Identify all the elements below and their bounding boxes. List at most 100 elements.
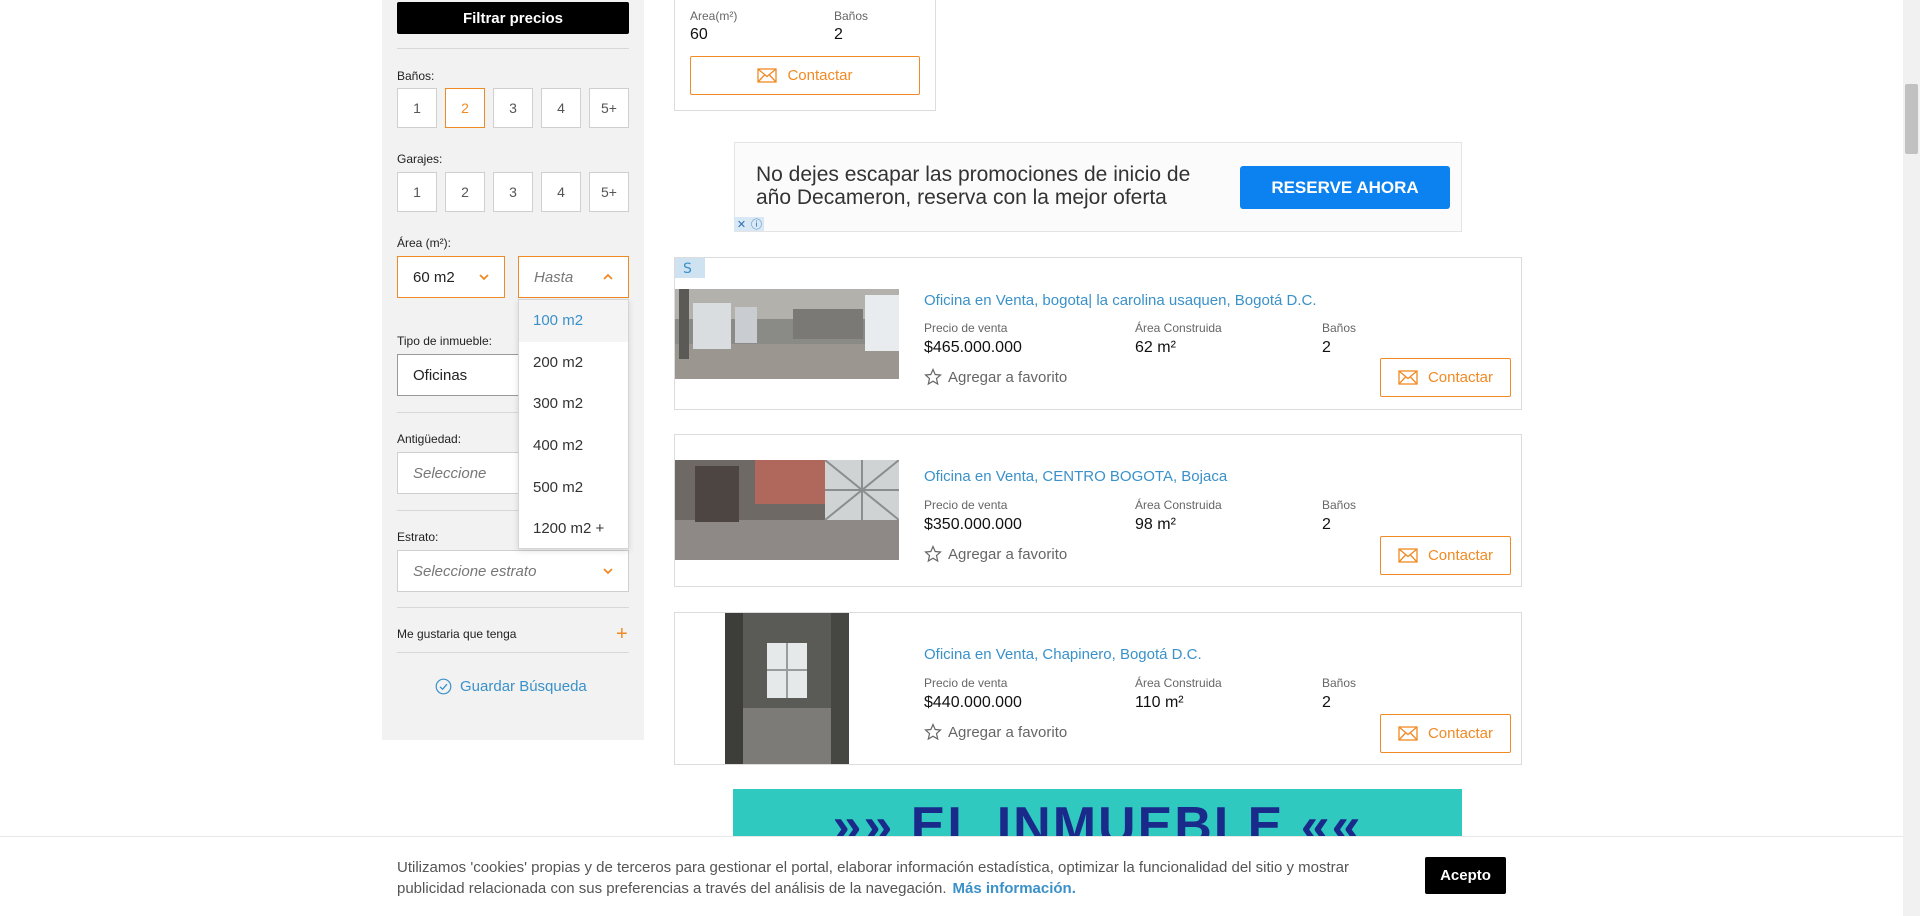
- cookie-message: Utilizamos 'cookies' propias y de tercer…: [397, 857, 1357, 899]
- divider: [397, 48, 629, 49]
- ad-banner[interactable]: No dejes escapar las promociones de inic…: [734, 142, 1462, 232]
- garajes-option-1[interactable]: 1: [397, 172, 437, 212]
- price-label: Precio de venta: [924, 498, 1008, 512]
- chevron-up-icon: [603, 273, 613, 280]
- price-label: Precio de venta: [924, 321, 1008, 335]
- area-value: 98 m²: [1135, 516, 1176, 533]
- svg-text:S: S: [683, 261, 692, 277]
- garajes-option-2[interactable]: 2: [445, 172, 485, 212]
- area-value: 110 m²: [1135, 694, 1184, 711]
- area-value: 62 m²: [1135, 339, 1176, 356]
- favorite-label: Agregar a favorito: [948, 545, 1068, 563]
- contact-label: Contactar: [787, 67, 853, 84]
- chevron-down-icon: [479, 274, 489, 281]
- banos-label: Baños: [1322, 676, 1357, 690]
- star-icon: [924, 545, 942, 563]
- contact-button[interactable]: Contactar: [690, 56, 920, 95]
- area-value: 60: [690, 26, 708, 43]
- cookie-text: Utilizamos 'cookies' propias y de tercer…: [397, 859, 1350, 897]
- banos-option-2[interactable]: 2: [445, 88, 485, 128]
- banos-option-5plus[interactable]: 5+: [589, 88, 629, 128]
- extras-label[interactable]: Me gustaria que tenga: [397, 627, 516, 641]
- garajes-option-5plus[interactable]: 5+: [589, 172, 629, 212]
- listing-card[interactable]: S Oficina en Venta, bogota| la carolina …: [674, 257, 1522, 410]
- garajes-option-4[interactable]: 4: [541, 172, 581, 212]
- banos-label: Baños: [1322, 498, 1357, 512]
- listing-photo[interactable]: [675, 460, 899, 560]
- envelope-icon: [1398, 370, 1418, 385]
- close-icon[interactable]: ✕: [734, 217, 749, 231]
- antiguedad-label: Antigüedad:: [397, 432, 462, 446]
- area-option[interactable]: 200 m2: [519, 342, 628, 384]
- area-label: Área Construida: [1135, 676, 1222, 690]
- price-value: $465.000.000: [924, 339, 1022, 356]
- check-circle-icon: [435, 678, 452, 695]
- info-icon[interactable]: ⓘ: [749, 217, 764, 231]
- reserve-now-button[interactable]: RESERVE AHORA: [1240, 166, 1450, 209]
- banos-value: 2: [1322, 339, 1331, 356]
- scrollbar-thumb[interactable]: [1905, 84, 1918, 154]
- area-label: Area(m²): [690, 9, 738, 23]
- banos-option-4[interactable]: 4: [541, 88, 581, 128]
- banos-option-3[interactable]: 3: [493, 88, 533, 128]
- listing-card[interactable]: Oficina en Venta, Chapinero, Bogotá D.C.…: [674, 612, 1522, 765]
- listing-title[interactable]: Oficina en Venta, bogota| la carolina us…: [924, 292, 1317, 309]
- area-label: Área Construida: [1135, 321, 1222, 335]
- divider: [397, 607, 629, 608]
- area-option[interactable]: 100 m2: [519, 300, 628, 342]
- listing-photo[interactable]: [675, 289, 899, 379]
- antiguedad-placeholder: Seleccione: [413, 464, 487, 482]
- contact-button[interactable]: Contactar: [1380, 714, 1511, 753]
- more-info-link[interactable]: Más información.: [953, 880, 1076, 897]
- banos-value: 2: [1322, 516, 1331, 533]
- filter-prices-button[interactable]: Filtrar precios: [397, 2, 629, 34]
- favorite-label: Agregar a favorito: [948, 368, 1068, 386]
- envelope-icon: [757, 68, 778, 83]
- chevron-down-icon: [603, 568, 613, 575]
- area-option[interactable]: 300 m2: [519, 383, 628, 425]
- star-icon: [924, 723, 942, 741]
- listing-title[interactable]: Oficina en Venta, CENTRO BOGOTA, Bojaca: [924, 468, 1227, 485]
- garajes-label: Garajes:: [397, 152, 443, 166]
- contact-button[interactable]: Contactar: [1380, 358, 1511, 397]
- divider: [397, 652, 629, 653]
- favorite-button[interactable]: Agregar a favorito: [924, 545, 1067, 563]
- area-to-placeholder: Hasta: [534, 268, 574, 286]
- listing-card[interactable]: Oficina en Venta, CENTRO BOGOTA, Bojaca …: [674, 434, 1522, 587]
- estrato-select[interactable]: Seleccione estrato: [397, 550, 629, 592]
- envelope-icon: [1398, 548, 1418, 563]
- area-option[interactable]: 500 m2: [519, 466, 628, 508]
- star-icon: [924, 368, 942, 386]
- area-label: Área Construida: [1135, 498, 1222, 512]
- banos-option-1[interactable]: 1: [397, 88, 437, 128]
- estrato-label: Estrato:: [397, 530, 439, 544]
- area-from-select[interactable]: 60 m2: [397, 256, 505, 298]
- save-search-button[interactable]: Guardar Búsqueda: [435, 678, 587, 695]
- adchoices[interactable]: ✕ ⓘ: [734, 217, 764, 231]
- favorite-label: Agregar a favorito: [948, 723, 1068, 741]
- plus-icon[interactable]: +: [616, 624, 628, 644]
- area-from-value: 60 m2: [413, 268, 455, 286]
- contact-button[interactable]: Contactar: [1380, 536, 1511, 575]
- logo-icon: S: [675, 258, 705, 278]
- garajes-option-3[interactable]: 3: [493, 172, 533, 212]
- promo-banner[interactable]: »» EL INMUEBLE ««: [733, 789, 1462, 839]
- listing-title[interactable]: Oficina en Venta, Chapinero, Bogotá D.C.: [924, 646, 1202, 663]
- banos-options: 1 2 3 4 5+: [397, 88, 629, 128]
- banos-label: Baños:: [397, 69, 435, 83]
- tipo-label: Tipo de inmueble:: [397, 334, 492, 348]
- price-value: $440.000.000: [924, 694, 1022, 711]
- listing-photo[interactable]: [725, 613, 849, 764]
- area-to-select[interactable]: Hasta: [518, 256, 629, 298]
- listing-card-partial: Area(m²) 60 Baños 2 Contactar: [674, 0, 936, 111]
- area-option[interactable]: 1200 m2 +: [519, 508, 628, 550]
- area-option[interactable]: 400 m2: [519, 425, 628, 467]
- favorite-button[interactable]: Agregar a favorito: [924, 723, 1067, 741]
- contact-label: Contactar: [1427, 547, 1494, 564]
- price-label: Precio de venta: [924, 676, 1008, 690]
- favorite-button[interactable]: Agregar a favorito: [924, 368, 1067, 386]
- accept-cookies-button[interactable]: Acepto: [1425, 857, 1506, 894]
- page: Filtrar precios Baños: 1 2 3 4 5+ Garaje…: [0, 0, 1920, 916]
- price-value: $350.000.000: [924, 516, 1022, 533]
- area-to-dropdown: 100 m2 200 m2 300 m2 400 m2 500 m2 1200 …: [518, 299, 629, 549]
